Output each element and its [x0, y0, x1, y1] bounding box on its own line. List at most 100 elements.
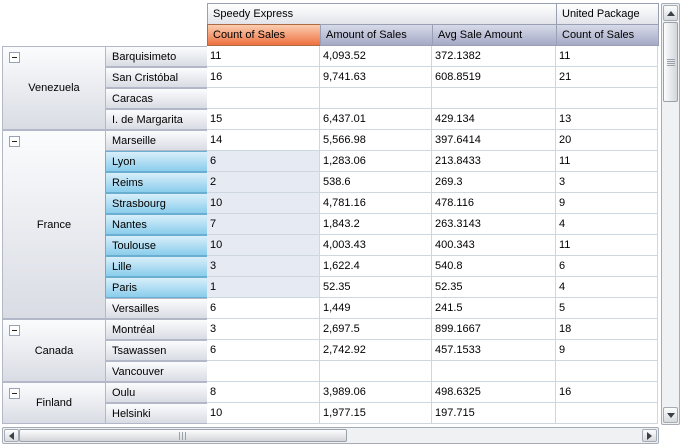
data-cell[interactable] [556, 403, 658, 424]
data-cell[interactable]: 269.3 [432, 172, 556, 193]
column-header-count-of-sales-2[interactable]: Count of Sales [556, 24, 659, 46]
row-header-city[interactable]: Lyon [105, 151, 208, 172]
scroll-right-button[interactable] [642, 429, 657, 442]
row-group-header-finland[interactable]: Finland [2, 382, 106, 424]
row-header-city[interactable]: I. de Margarita [105, 109, 208, 130]
data-cell[interactable]: 3 [556, 172, 658, 193]
data-cell[interactable]: 16 [556, 382, 658, 403]
data-cell[interactable]: 400.343 [432, 235, 556, 256]
data-cell[interactable]: 8 [207, 382, 320, 403]
data-cell[interactable] [432, 361, 556, 382]
column-header-avg-sale-amount[interactable]: Avg Sale Amount [432, 24, 557, 46]
row-header-city[interactable]: Marseille [105, 130, 208, 151]
data-cell[interactable]: 52.35 [432, 277, 556, 298]
horizontal-scrollbar-thumb[interactable] [19, 429, 347, 442]
data-cell[interactable] [207, 361, 320, 382]
data-cell[interactable]: 241.5 [432, 298, 556, 319]
data-cell[interactable]: 4,003.43 [320, 235, 432, 256]
vertical-scrollbar-thumb[interactable] [663, 22, 678, 102]
data-cell[interactable]: 18 [556, 319, 658, 340]
data-cell[interactable]: 608.8519 [432, 67, 556, 88]
data-cell[interactable]: 498.6325 [432, 382, 556, 403]
row-header-city[interactable]: Toulouse [105, 235, 208, 256]
data-cell[interactable]: 20 [556, 130, 658, 151]
data-cell[interactable]: 11 [556, 151, 658, 172]
collapse-button[interactable] [9, 136, 20, 147]
column-header-count-of-sales[interactable]: Count of Sales [207, 24, 321, 46]
data-cell[interactable]: 478.116 [432, 193, 556, 214]
row-header-city[interactable]: Strasbourg [105, 193, 208, 214]
data-cell[interactable]: 457.1533 [432, 340, 556, 361]
data-cell[interactable]: 1 [207, 277, 320, 298]
data-cell[interactable]: 2 [207, 172, 320, 193]
row-header-city[interactable]: Oulu [105, 382, 208, 403]
data-cell[interactable]: 6 [556, 256, 658, 277]
data-cell[interactable]: 1,449 [320, 298, 432, 319]
data-cell[interactable]: 263.3143 [432, 214, 556, 235]
collapse-button[interactable] [9, 52, 20, 63]
data-cell[interactable]: 15 [207, 109, 320, 130]
data-cell[interactable]: 9,741.63 [320, 67, 432, 88]
data-cell[interactable]: 9 [556, 340, 658, 361]
row-header-city[interactable]: Paris [105, 277, 208, 298]
data-cell[interactable]: 2,697.5 [320, 319, 432, 340]
data-cell[interactable]: 1,622.4 [320, 256, 432, 277]
data-cell[interactable]: 5 [556, 298, 658, 319]
data-cell[interactable]: 16 [207, 67, 320, 88]
data-cell[interactable]: 21 [556, 67, 658, 88]
scroll-down-button[interactable] [663, 407, 678, 423]
column-group-header-speedy-express[interactable]: Speedy Express [207, 3, 557, 25]
data-cell[interactable]: 10 [207, 193, 320, 214]
data-cell[interactable]: 6,437.01 [320, 109, 432, 130]
data-cell[interactable] [556, 361, 658, 382]
data-cell[interactable]: 10 [207, 403, 320, 424]
column-header-amount-of-sales[interactable]: Amount of Sales [320, 24, 433, 46]
row-header-city[interactable]: Reims [105, 172, 208, 193]
data-cell[interactable]: 3 [207, 319, 320, 340]
data-cell[interactable]: 11 [556, 46, 658, 67]
data-cell[interactable]: 7 [207, 214, 320, 235]
data-cell[interactable]: 899.1667 [432, 319, 556, 340]
data-cell[interactable]: 397.6414 [432, 130, 556, 151]
data-cell[interactable]: 540.8 [432, 256, 556, 277]
row-header-city[interactable]: Vancouver [105, 361, 208, 382]
row-header-city[interactable]: Caracas [105, 88, 208, 109]
data-cell[interactable]: 1,977.15 [320, 403, 432, 424]
data-cell[interactable]: 4,093.52 [320, 46, 432, 67]
data-cell[interactable]: 4 [556, 277, 658, 298]
row-header-city[interactable]: Versailles [105, 298, 208, 319]
data-cell[interactable]: 11 [556, 235, 658, 256]
data-cell[interactable] [207, 88, 320, 109]
collapse-button[interactable] [9, 388, 20, 399]
data-cell[interactable]: 2,742.92 [320, 340, 432, 361]
data-cell[interactable]: 538.6 [320, 172, 432, 193]
row-header-city[interactable]: Nantes [105, 214, 208, 235]
data-cell[interactable]: 197.715 [432, 403, 556, 424]
data-cell[interactable]: 5,566.98 [320, 130, 432, 151]
data-cell[interactable] [432, 88, 556, 109]
data-cell[interactable]: 213.8433 [432, 151, 556, 172]
row-header-city[interactable]: San Cristóbal [105, 67, 208, 88]
data-cell[interactable] [556, 88, 658, 109]
data-cell[interactable]: 1,283.06 [320, 151, 432, 172]
data-cell[interactable]: 13 [556, 109, 658, 130]
data-cell[interactable]: 11 [207, 46, 320, 67]
data-cell[interactable]: 6 [207, 340, 320, 361]
data-cell[interactable]: 4,781.16 [320, 193, 432, 214]
data-cell[interactable] [320, 88, 432, 109]
horizontal-scrollbar[interactable] [2, 427, 659, 444]
data-cell[interactable]: 372.1382 [432, 46, 556, 67]
data-cell[interactable]: 429.134 [432, 109, 556, 130]
row-header-city[interactable]: Barquisimeto [105, 46, 208, 67]
row-header-city[interactable]: Helsinki [105, 403, 208, 424]
row-header-city[interactable]: Lille [105, 256, 208, 277]
row-group-header-canada[interactable]: Canada [2, 319, 106, 382]
data-cell[interactable]: 14 [207, 130, 320, 151]
data-cell[interactable]: 10 [207, 235, 320, 256]
data-cell[interactable]: 6 [207, 151, 320, 172]
data-cell[interactable]: 9 [556, 193, 658, 214]
data-cell[interactable]: 1,843.2 [320, 214, 432, 235]
vertical-scrollbar[interactable] [661, 3, 680, 425]
data-cell[interactable]: 3,989.06 [320, 382, 432, 403]
row-group-header-venezuela[interactable]: Venezuela [2, 46, 106, 130]
